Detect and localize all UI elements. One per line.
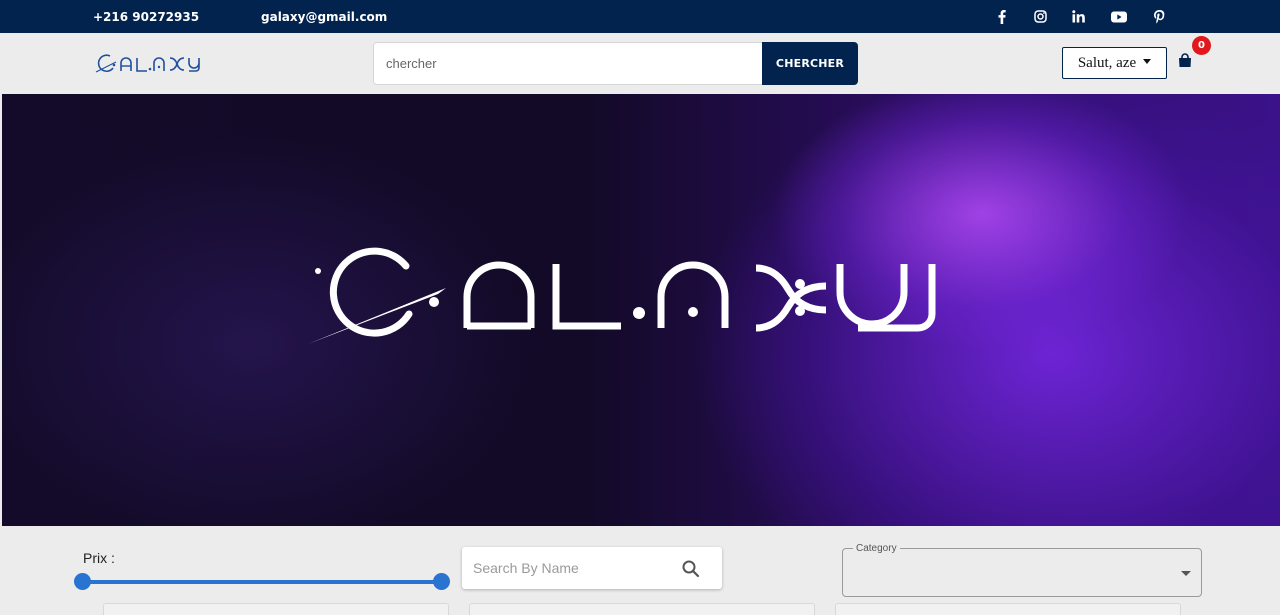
category-select[interactable]: Category (842, 543, 1202, 597)
price-filter-label: Prix : (83, 550, 115, 566)
youtube-icon[interactable] (1110, 8, 1128, 25)
user-greeting: Salut, aze (1077, 54, 1137, 71)
search-button[interactable]: CHERCHER (762, 42, 858, 85)
instagram-icon[interactable] (1031, 8, 1049, 25)
name-search-input[interactable] (462, 547, 672, 589)
product-card[interactable] (469, 603, 815, 615)
product-filters: Prix : Category (2, 526, 1280, 615)
user-menu-button[interactable]: Salut, aze (1062, 47, 1167, 79)
linkedin-icon[interactable] (1069, 8, 1087, 25)
price-min-handle[interactable] (74, 573, 91, 590)
search-input[interactable] (373, 42, 764, 85)
caret-down-icon (1143, 59, 1152, 64)
dropdown-arrow-icon (1181, 571, 1191, 576)
facebook-icon[interactable] (993, 8, 1011, 25)
category-label: Category (853, 543, 900, 554)
cart-count-badge: 0 (1192, 36, 1211, 55)
price-range-slider[interactable] (82, 580, 441, 584)
top-contact-bar: +216 90272935 galaxy@gmail.com (0, 0, 1280, 33)
product-card[interactable] (103, 603, 449, 615)
main-header: CHERCHER Salut, aze 0 (2, 33, 1280, 94)
email-address[interactable]: galaxy@gmail.com (261, 10, 387, 24)
phone-number: +216 90272935 (93, 10, 200, 24)
hero-banner (2, 94, 1280, 526)
pinterest-icon[interactable] (1150, 8, 1168, 25)
product-card[interactable] (835, 603, 1181, 615)
price-max-handle[interactable] (433, 573, 450, 590)
search-icon[interactable] (681, 559, 701, 579)
cart-bag-icon[interactable] (1178, 53, 1194, 69)
name-search-box (462, 547, 722, 589)
hero-galaxy-logo (308, 247, 936, 344)
brand-logo[interactable] (95, 52, 235, 80)
